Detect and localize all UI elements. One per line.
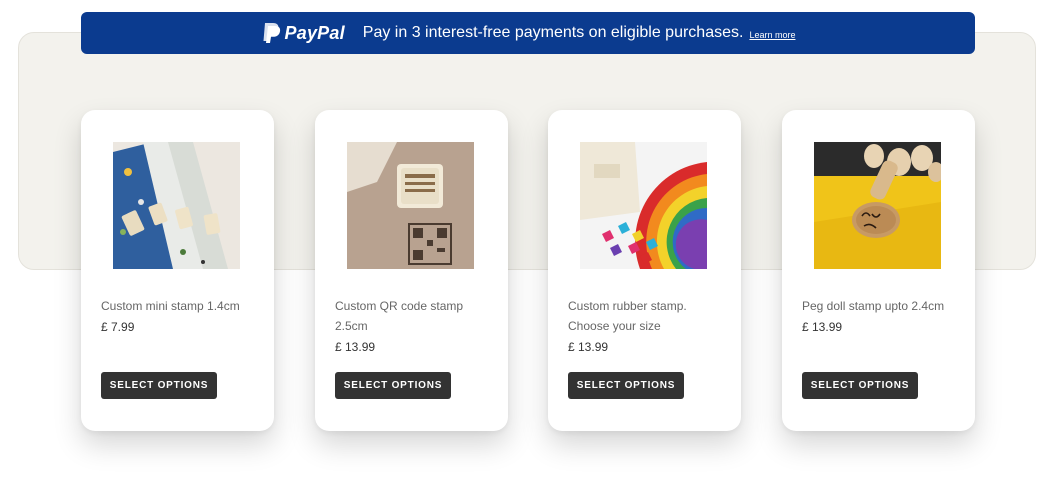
product-image-mini-stamp[interactable] xyxy=(113,142,240,269)
product-title[interactable]: Peg doll stamp upto 2.4cm xyxy=(802,296,962,316)
product-card[interactable]: Custom mini stamp 1.4cm £ 7.99 SELECT OP… xyxy=(81,110,274,431)
product-title[interactable]: Custom rubber stamp. Choose your size xyxy=(568,296,728,336)
select-options-button[interactable]: SELECT OPTIONS xyxy=(568,372,684,399)
product-price: £ 13.99 xyxy=(335,340,376,354)
product-card[interactable]: Custom rubber stamp. Choose your size £ … xyxy=(548,110,741,431)
product-price: £ 7.99 xyxy=(101,320,135,334)
paypal-logo: PayPal xyxy=(261,22,345,44)
product-image-peg-doll-stamp[interactable] xyxy=(814,142,941,269)
product-card[interactable]: Peg doll stamp upto 2.4cm £ 13.99 SELECT… xyxy=(782,110,975,431)
paypal-wordmark: PayPal xyxy=(284,22,345,43)
product-price: £ 13.99 xyxy=(568,340,609,354)
select-options-button[interactable]: SELECT OPTIONS xyxy=(335,372,451,399)
select-options-button[interactable]: SELECT OPTIONS xyxy=(101,372,217,399)
paypal-banner: PayPal Pay in 3 interest-free payments o… xyxy=(81,12,975,54)
product-card[interactable]: Custom QR code stamp 2.5cm £ 13.99 SELEC… xyxy=(315,110,508,431)
product-title[interactable]: Custom QR code stamp 2.5cm xyxy=(335,296,495,336)
product-price: £ 13.99 xyxy=(802,320,843,334)
paypal-message: Pay in 3 interest-free payments on eligi… xyxy=(362,24,744,41)
learn-more-link[interactable]: Learn more xyxy=(749,30,795,40)
select-options-button[interactable]: SELECT OPTIONS xyxy=(802,372,918,399)
product-title[interactable]: Custom mini stamp 1.4cm xyxy=(101,296,261,316)
paypal-icon xyxy=(263,23,280,43)
product-image-qr-stamp[interactable] xyxy=(347,142,474,269)
product-image-rainbow-stamp[interactable] xyxy=(580,142,707,269)
